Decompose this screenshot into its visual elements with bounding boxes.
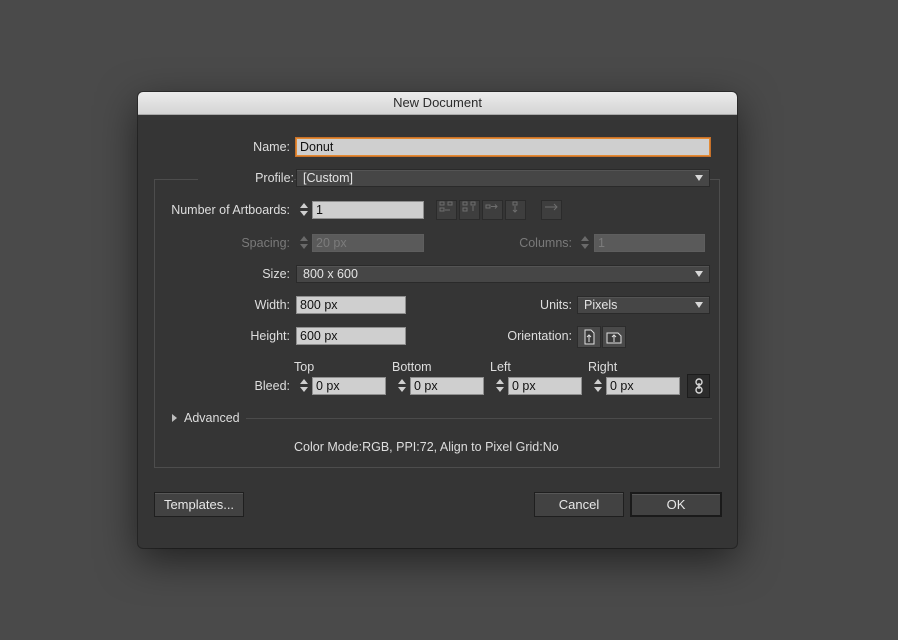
bleed-top-label: Top (294, 360, 315, 374)
chevron-down-icon (695, 271, 703, 277)
portrait-orientation-icon[interactable] (577, 326, 601, 348)
templates-button[interactable]: Templates... (154, 492, 244, 517)
profile-value: [Custom] (303, 171, 354, 185)
profile-label: Profile: (198, 171, 294, 185)
advanced-toggle[interactable]: Advanced (184, 411, 240, 425)
ok-button[interactable]: OK (630, 492, 722, 517)
landscape-orientation-icon[interactable] (602, 326, 626, 348)
grid-by-column-icon[interactable] (459, 200, 480, 220)
name-input[interactable] (296, 138, 710, 156)
height-input[interactable] (296, 327, 406, 345)
bleed-bottom-input[interactable] (410, 377, 484, 395)
bleed-left-label: Left (490, 360, 511, 374)
height-label: Height: (250, 329, 290, 343)
size-select[interactable]: 800 x 600 (296, 265, 710, 283)
spacing-input (312, 234, 424, 252)
chevron-down-icon (695, 302, 703, 308)
bleed-label: Bleed: (254, 379, 290, 393)
dialog-title: New Document (138, 92, 737, 115)
bleed-right-label: Right (588, 360, 618, 374)
size-label: Size: (262, 267, 290, 281)
document-summary: Color Mode:RGB, PPI:72, Align to Pixel G… (294, 440, 559, 454)
spacing-stepper (297, 234, 311, 252)
grid-by-row-icon[interactable] (436, 200, 457, 220)
bleed-left-input[interactable] (508, 377, 582, 395)
bleed-left-stepper[interactable] (493, 377, 507, 395)
advanced-disclosure-icon[interactable] (172, 414, 177, 422)
name-label: Name: (253, 140, 290, 154)
bleed-top-stepper[interactable] (297, 377, 311, 395)
width-input[interactable] (296, 296, 406, 314)
spacing-label: Spacing: (241, 236, 290, 250)
bleed-right-stepper[interactable] (591, 377, 605, 395)
bleed-right-input[interactable] (606, 377, 680, 395)
columns-label: Columns: (519, 236, 572, 250)
size-value: 800 x 600 (303, 267, 358, 281)
columns-input (594, 234, 705, 252)
units-select[interactable]: Pixels (577, 296, 710, 314)
artboards-stepper[interactable] (297, 201, 311, 219)
bleed-bottom-stepper[interactable] (395, 377, 409, 395)
bleed-top-input[interactable] (312, 377, 386, 395)
orientation-label: Orientation: (507, 329, 572, 343)
advanced-divider (246, 418, 712, 419)
artboards-label: Number of Artboards: (171, 203, 290, 217)
columns-stepper (578, 234, 592, 252)
new-document-dialog: New Document Name: Profile: [Custom] Num… (138, 92, 737, 548)
profile-select[interactable]: [Custom] (296, 169, 710, 187)
bleed-bottom-label: Bottom (392, 360, 432, 374)
arrange-by-column-icon[interactable] (505, 200, 526, 220)
artboards-input[interactable] (312, 201, 424, 219)
units-label: Units: (540, 298, 572, 312)
cancel-button[interactable]: Cancel (534, 492, 624, 517)
layout-direction-icon[interactable] (541, 200, 562, 220)
link-bleed-icon[interactable] (687, 374, 710, 398)
chevron-down-icon (695, 175, 703, 181)
arrange-by-row-icon[interactable] (482, 200, 503, 220)
units-value: Pixels (584, 298, 618, 312)
width-label: Width: (254, 298, 290, 312)
